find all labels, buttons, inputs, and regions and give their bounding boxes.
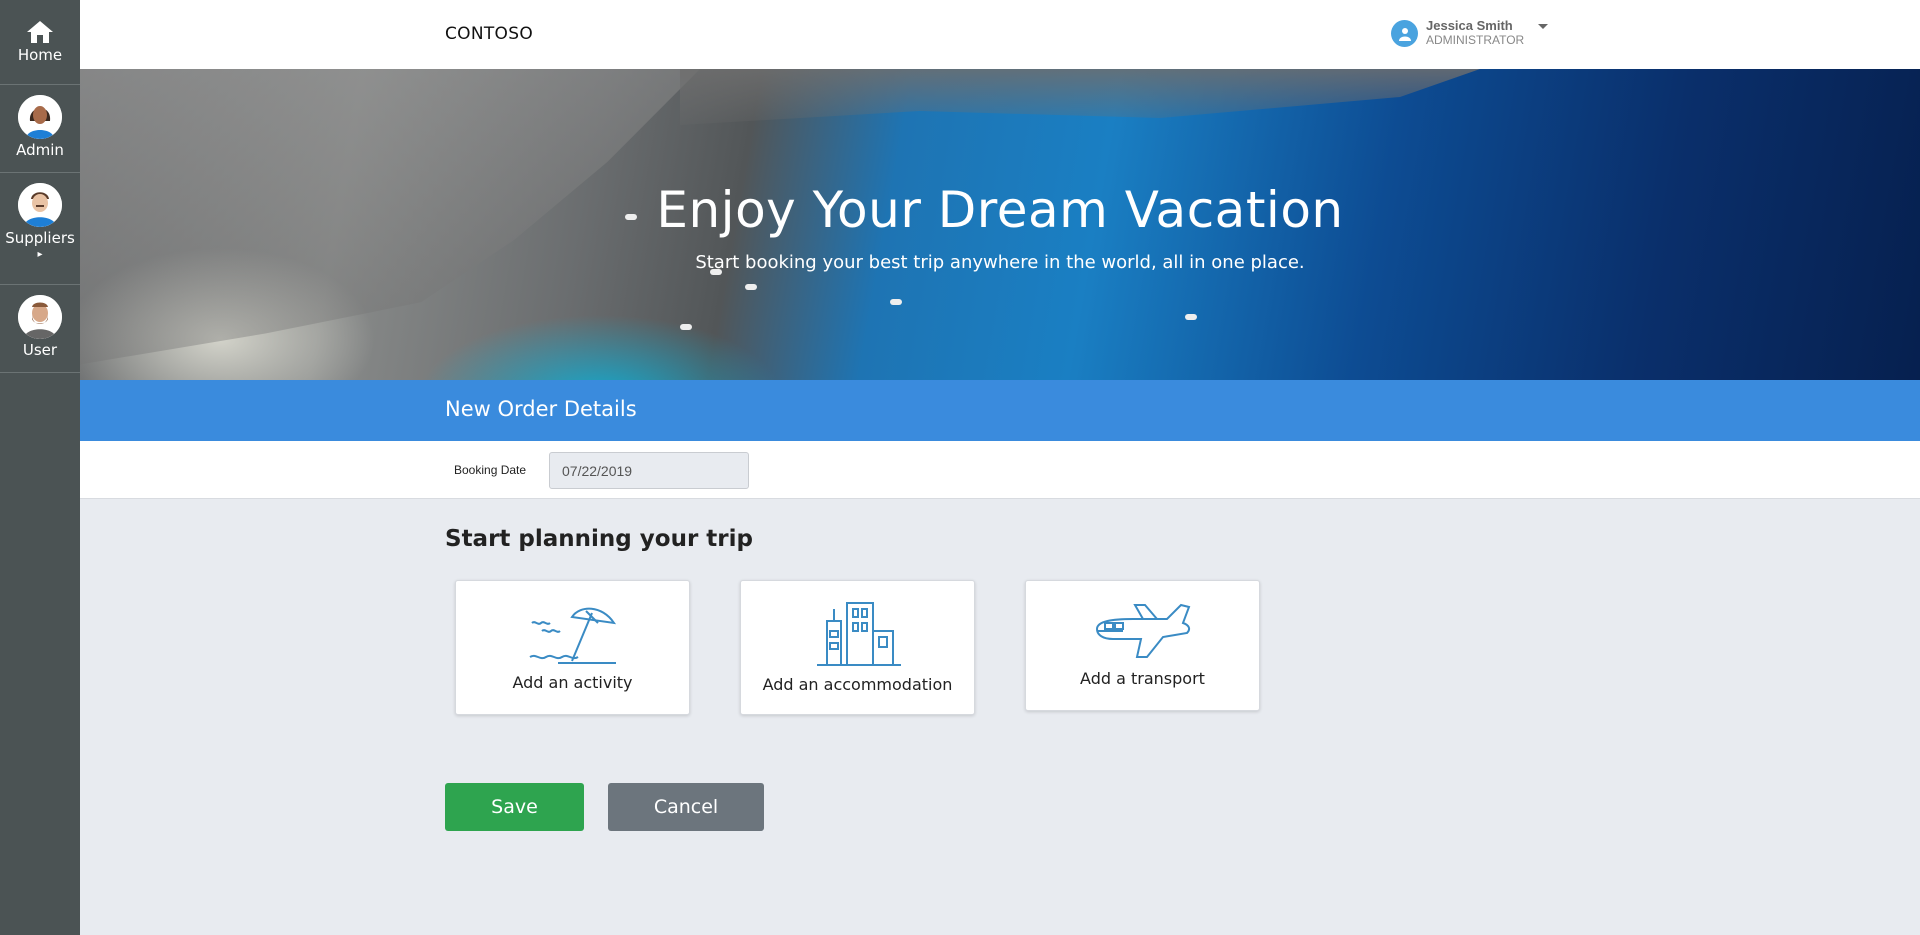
- user-role: ADMINISTRATOR: [1426, 32, 1525, 47]
- sidebar-item-user[interactable]: User: [0, 285, 80, 373]
- section-title: New Order Details: [445, 397, 637, 421]
- boat: [890, 299, 902, 305]
- user-name: Jessica Smith: [1426, 17, 1513, 33]
- booking-date-label: Booking Date: [454, 463, 527, 477]
- sidebar-item-label: Suppliers: [5, 229, 75, 247]
- booking-date-input[interactable]: [549, 452, 749, 489]
- hero-banner: Enjoy Your Dream Vacation Start booking …: [80, 69, 1920, 380]
- airplane-icon: [1095, 603, 1190, 658]
- caret-down-icon[interactable]: [1538, 24, 1549, 29]
- user-menu[interactable]: Jessica Smith ADMINISTRATOR: [1391, 17, 1549, 47]
- suppliers-avatar: [18, 183, 62, 227]
- user-icon: [1391, 20, 1418, 47]
- add-accommodation-card[interactable]: Add an accommodation: [740, 580, 975, 715]
- cancel-button[interactable]: Cancel: [608, 783, 764, 831]
- sidebar-item-admin[interactable]: Admin: [0, 85, 80, 173]
- sidebar-item-label: Home: [17, 46, 63, 64]
- left-sidebar: Home Admin Suppliers ▸ User: [0, 0, 80, 935]
- plan-heading: Start planning your trip: [445, 526, 753, 552]
- hero-subtitle: Start booking your best trip anywhere in…: [695, 252, 1305, 273]
- boat: [745, 284, 757, 290]
- chevron-right-icon[interactable]: ▸: [37, 249, 42, 260]
- sidebar-item-home[interactable]: Home: [0, 0, 80, 85]
- admin-avatar: [18, 95, 62, 139]
- card-label: Add a transport: [1080, 669, 1205, 688]
- brand-logo[interactable]: CONTOSO: [445, 24, 533, 44]
- hero-title: Enjoy Your Dream Vacation: [656, 181, 1344, 239]
- sidebar-item-suppliers[interactable]: Suppliers ▸: [0, 173, 80, 285]
- user-avatar: [18, 295, 62, 339]
- home-icon: [27, 21, 53, 43]
- sidebar-item-label: User: [22, 341, 58, 359]
- buildings-icon: [816, 602, 901, 666]
- card-label: Add an activity: [512, 673, 633, 692]
- save-button[interactable]: Save: [445, 783, 584, 831]
- beach-umbrella-icon: [528, 607, 616, 664]
- sidebar-item-label: Admin: [16, 141, 64, 159]
- boat: [1185, 314, 1197, 320]
- add-activity-card[interactable]: Add an activity: [455, 580, 690, 715]
- hero-cliff-top: [680, 69, 1480, 125]
- add-transport-card[interactable]: Add a transport: [1025, 580, 1260, 711]
- section-header: New Order Details: [80, 380, 1920, 441]
- top-bar: CONTOSO Jessica Smith ADMINISTRATOR: [80, 0, 1920, 69]
- booking-row: Booking Date: [80, 441, 1920, 499]
- boat: [680, 324, 692, 330]
- card-label: Add an accommodation: [762, 675, 953, 694]
